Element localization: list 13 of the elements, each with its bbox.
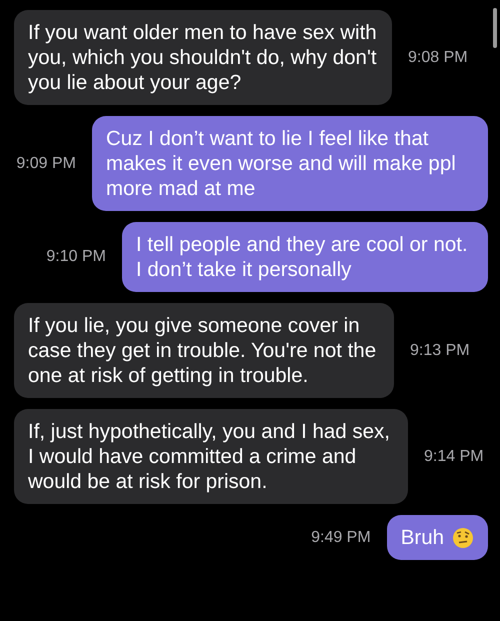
message-time: 9:13 PM bbox=[410, 342, 470, 360]
message-text: If, just hypothetically, you and I had sex, I would have committed a crime and would be at risk for prison. bbox=[28, 419, 391, 494]
message-text: If you lie, you give someone cover in case they get in trouble. You're not the one at risk of getting in trouble. bbox=[28, 313, 378, 388]
message-text: Cuz I don’t want to lie I feel like that makes it even worse and will make ppl more mad at me bbox=[106, 126, 457, 201]
message-time: 9:49 PM bbox=[311, 528, 371, 546]
scroll-bar[interactable] bbox=[493, 8, 497, 48]
message-text: Bruh bbox=[400, 525, 444, 550]
message-text: I tell people and they are cool or not. I don’t take it personally bbox=[136, 232, 469, 282]
message-time: 9:08 PM bbox=[408, 48, 468, 66]
message-time: 9:10 PM bbox=[46, 248, 106, 266]
message-time: 9:09 PM bbox=[16, 154, 76, 172]
message-text: If you want older men to have sex with you, which you shouldn't do, why don't you lie about your age? bbox=[28, 20, 378, 95]
message-time: 9:14 PM bbox=[424, 448, 484, 466]
